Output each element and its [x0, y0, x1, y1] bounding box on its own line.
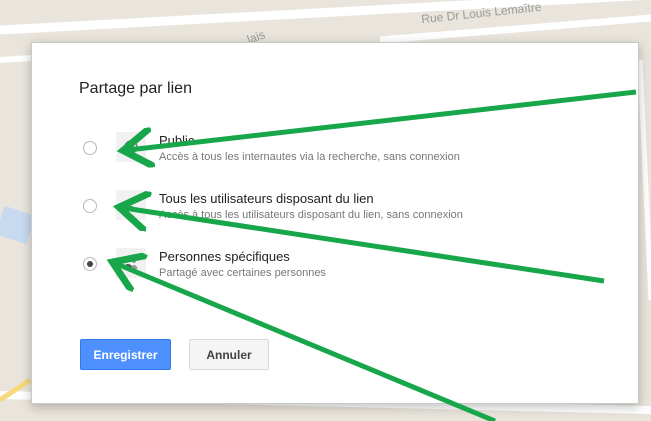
option-anyone-with-link[interactable]: Tous les utilisateurs disposant du lien … — [80, 190, 600, 234]
cancel-button[interactable]: Annuler — [189, 339, 269, 370]
radio-public[interactable] — [83, 141, 97, 155]
save-button[interactable]: Enregistrer — [80, 339, 171, 370]
option-title: Tous les utilisateurs disposant du lien — [159, 191, 374, 206]
option-description: Accès à tous les internautes via la rech… — [159, 151, 460, 163]
person-link-icon — [116, 190, 146, 220]
radio-specific-people[interactable] — [83, 257, 97, 271]
option-title: Public — [159, 133, 195, 148]
option-public[interactable]: Public Accès à tous les internautes via … — [80, 132, 600, 176]
people-icon — [116, 248, 146, 278]
dialog-title: Partage par lien — [79, 80, 192, 97]
radio-anyone-with-link[interactable] — [83, 199, 97, 213]
option-title: Personnes spécifiques — [159, 249, 290, 264]
option-description: Accès à tous les utilisateurs disposant … — [159, 209, 463, 221]
globe-icon — [116, 132, 146, 162]
share-link-dialog: Partage par lien Public Accès à tous les… — [31, 42, 639, 404]
option-specific-people[interactable]: Personnes spécifiques Partagé avec certa… — [80, 248, 600, 292]
option-description: Partagé avec certaines personnes — [159, 267, 326, 279]
